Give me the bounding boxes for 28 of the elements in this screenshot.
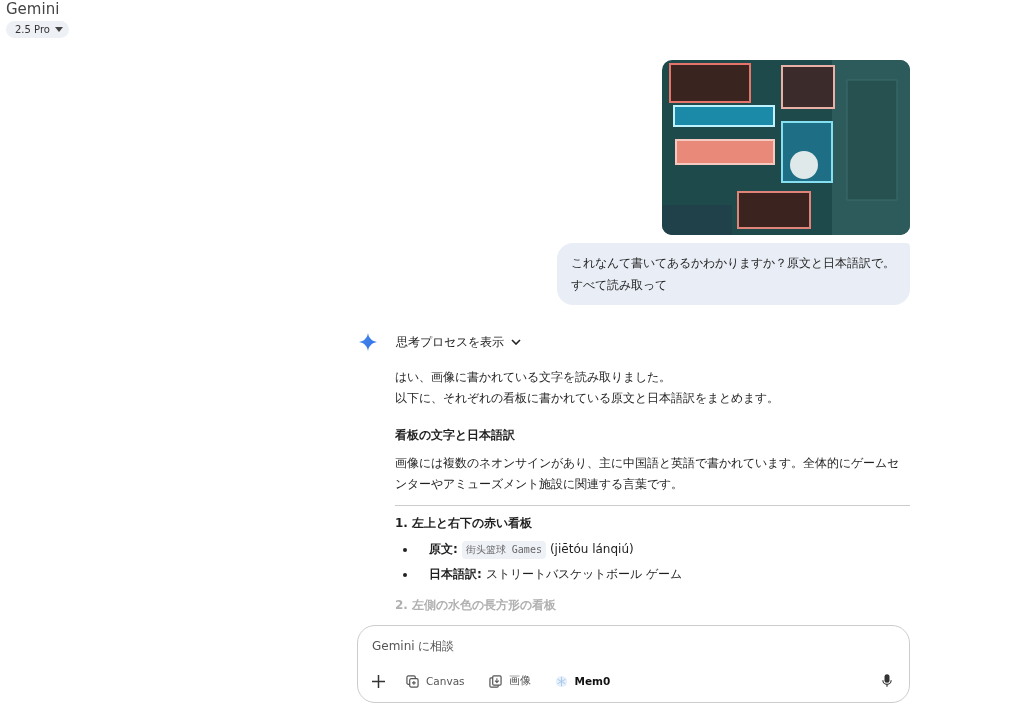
show-thinking-button[interactable]: 思考プロセスを表示 bbox=[396, 333, 521, 351]
chevron-icon bbox=[511, 339, 521, 345]
response-heading: 看板の文字と日本語訳 bbox=[395, 427, 516, 444]
sparkle-icon bbox=[359, 333, 377, 351]
response-text: 以下に、それぞれの看板に書かれている原文と日本語訳をまとめます。 bbox=[395, 390, 780, 407]
bullet-label: 原文: bbox=[429, 541, 458, 558]
model-selector[interactable]: 2.5 Pro bbox=[6, 21, 69, 38]
response-paragraph: 画像には複数のネオンサインがあり、主に中国語と英語で書かれています。全体的にゲームセンターやアミューズメント施設に関連する言葉です。 bbox=[395, 455, 900, 493]
prompt-input-box[interactable]: Gemini に相談 Canvas 画像 Mem0 bbox=[357, 625, 910, 703]
snowflake-icon bbox=[554, 674, 568, 688]
user-message: これなんて書いてあるかわかりますか？原文と日本語訳で。すべて読み取って bbox=[557, 243, 910, 305]
inline-code: 街头篮球 Games bbox=[461, 540, 546, 559]
caret-icon bbox=[54, 27, 63, 32]
images-icon bbox=[488, 674, 502, 688]
mem0-tool-button[interactable]: Mem0 bbox=[554, 674, 611, 688]
bullet-text: ストリートバスケットボール ゲーム bbox=[485, 566, 682, 583]
bullet-text: (jiētóu lánqiú) bbox=[549, 541, 634, 558]
response-text: はい、画像に書かれている文字を読み取りました。 bbox=[395, 369, 672, 386]
plus-icon[interactable] bbox=[372, 674, 385, 688]
app-title: Gemini bbox=[6, 0, 61, 18]
section-heading: 1. 左上と右下の赤い看板 bbox=[395, 515, 534, 532]
microphone-icon[interactable] bbox=[882, 674, 892, 688]
image-tool-button[interactable]: 画像 bbox=[488, 674, 531, 688]
bullet-label: 日本語訳: bbox=[429, 566, 482, 583]
canvas-tool-button[interactable]: Canvas bbox=[406, 674, 465, 688]
section-heading: 2. 左側の水色の長方形の看板 bbox=[395, 597, 558, 614]
prompt-placeholder: Gemini に相談 bbox=[372, 638, 456, 654]
canvas-icon bbox=[406, 674, 419, 688]
